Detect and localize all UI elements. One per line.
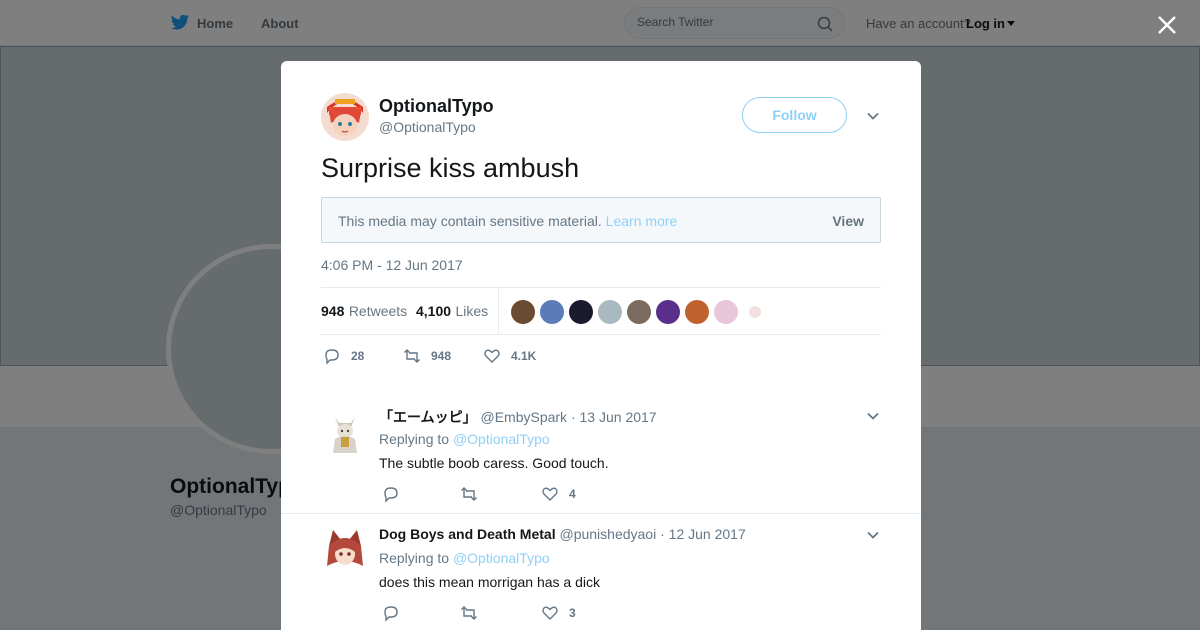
retweets-stat[interactable]: 948 Retweets — [321, 303, 407, 321]
retweet-action[interactable]: 948 — [403, 347, 451, 365]
follow-button[interactable]: Follow — [742, 97, 847, 133]
reply-action[interactable]: 28 — [323, 347, 364, 365]
liker-avatar[interactable] — [569, 300, 593, 324]
reply-author-handle[interactable]: @punishedyaoi — [559, 526, 656, 542]
reply-icon — [384, 487, 398, 503]
reply-text: The subtle boob caress. Good touch. — [379, 455, 609, 471]
reply-count: 28 — [351, 349, 365, 363]
reply-date[interactable]: 13 Jun 2017 — [580, 409, 657, 425]
author-handle[interactable]: @OptionalTypo — [379, 119, 476, 135]
replying-to-link[interactable]: @OptionalTypo — [453, 550, 550, 566]
chevron-down-icon[interactable] — [866, 109, 880, 123]
reply-action[interactable] — [382, 604, 410, 622]
replying-to-prefix: Replying to — [379, 431, 450, 447]
liker-avatar[interactable] — [540, 300, 564, 324]
liker-avatar[interactable] — [749, 306, 761, 318]
retweet-count: 948 — [431, 349, 452, 363]
retweets-count: 948 — [321, 303, 345, 319]
author-name[interactable]: OptionalTypo — [379, 96, 494, 117]
liker-avatar[interactable] — [511, 300, 535, 324]
liker-avatar[interactable] — [598, 300, 622, 324]
view-media-button[interactable]: View — [832, 213, 864, 229]
replying-to-link[interactable]: @OptionalTypo — [453, 431, 550, 447]
retweet-icon — [404, 349, 420, 363]
reply-author-avatar[interactable] — [321, 526, 369, 574]
liker-avatar[interactable] — [714, 300, 738, 324]
reply-icon — [325, 349, 339, 365]
likes-count: 4,100 — [416, 303, 452, 319]
heart-icon — [542, 487, 558, 501]
chevron-down-icon[interactable] — [866, 409, 880, 423]
reply-date[interactable]: 12 Jun 2017 — [669, 526, 746, 542]
like-action[interactable]: 4.1K — [483, 347, 536, 365]
reply-author-name[interactable]: Dog Boys and Death Metal — [379, 526, 556, 542]
tweet-timestamp[interactable]: 4:06 PM - 12 Jun 2017 — [321, 257, 463, 273]
replying-to-prefix: Replying to — [379, 550, 450, 566]
replying-to-line: Replying to @OptionalTypo — [379, 550, 550, 566]
reply-text: does this mean morrigan has a dick — [379, 574, 600, 590]
chevron-down-icon[interactable] — [866, 528, 880, 542]
sensitive-notice-text: This media may contain sensitive materia… — [338, 213, 677, 229]
retweet-icon — [461, 606, 477, 620]
stats-divider — [498, 288, 499, 335]
tweet-stats: 948 Retweets 4,100 Likes — [321, 287, 881, 335]
like-action[interactable]: 3 — [541, 604, 576, 622]
reply-header: 「エームッピ」 @EmbySpark · 13 Jun 2017 — [379, 407, 657, 427]
sensitive-media-notice: This media may contain sensitive materia… — [321, 197, 881, 243]
retweet-action[interactable] — [460, 485, 488, 503]
retweet-action[interactable] — [460, 604, 488, 622]
like-count: 4 — [569, 487, 576, 501]
likes-stat[interactable]: 4,100 Likes — [416, 303, 488, 321]
reply-action[interactable] — [382, 485, 410, 503]
reply-tweet[interactable]: 「エームッピ」 @EmbySpark · 13 Jun 2017 Replyin… — [281, 391, 921, 514]
reply-dot-separator: · — [570, 409, 576, 425]
liker-avatar[interactable] — [627, 300, 651, 324]
reply-dot-separator: · — [660, 526, 665, 542]
tweet-modal: OptionalTypo @OptionalTypo Follow Surpri… — [281, 61, 921, 630]
like-count: 3 — [569, 606, 576, 620]
learn-more-link[interactable]: Learn more — [606, 213, 678, 229]
reply-author-avatar[interactable] — [321, 409, 369, 457]
heart-icon — [542, 606, 558, 620]
author-avatar[interactable] — [321, 93, 369, 141]
reply-tweet[interactable]: Dog Boys and Death Metal @punishedyaoi ·… — [281, 514, 921, 630]
reply-author-handle[interactable]: @EmbySpark — [480, 409, 567, 425]
reply-author-name[interactable]: 「エームッピ」 — [379, 409, 477, 425]
liker-avatar[interactable] — [656, 300, 680, 324]
likes-label: Likes — [455, 303, 489, 319]
reply-icon — [384, 606, 398, 622]
tweet-text: Surprise kiss ambush — [321, 153, 580, 183]
retweet-icon — [461, 487, 477, 501]
retweets-label: Retweets — [348, 303, 408, 319]
replying-to-line: Replying to @OptionalTypo — [379, 431, 550, 447]
reply-header: Dog Boys and Death Metal @punishedyaoi ·… — [379, 526, 746, 542]
heart-icon — [484, 349, 500, 363]
like-action[interactable]: 4 — [541, 485, 576, 503]
liker-avatar[interactable] — [685, 300, 709, 324]
sensitive-notice-label: This media may contain sensitive materia… — [338, 213, 602, 229]
like-count: 4.1K — [511, 349, 537, 363]
close-icon[interactable] — [1155, 13, 1179, 37]
